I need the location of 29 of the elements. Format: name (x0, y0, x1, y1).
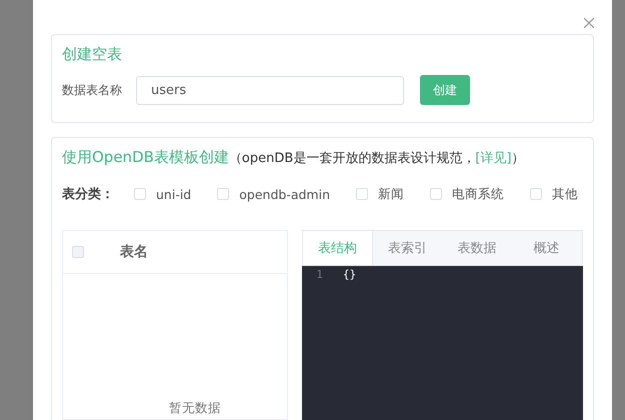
code-text: {} (342, 268, 356, 281)
tab[interactable]: 表结构 (303, 231, 373, 265)
empty-text: 暂无数据 (168, 400, 222, 417)
tab[interactable]: 表数据 (442, 231, 512, 265)
tab[interactable]: 概述 (512, 231, 582, 265)
column-header: 表名 (120, 243, 148, 261)
checkbox[interactable] (217, 188, 230, 200)
category-label: 表分类： (62, 186, 114, 203)
table-name-field[interactable]: users (136, 76, 404, 104)
checkbox-label: uni-id (156, 186, 192, 202)
checkbox[interactable] (530, 188, 542, 200)
checkbox-label: 其他 (552, 186, 578, 202)
checkbox-label: opendb-admin (239, 186, 330, 202)
section-title: 创建空表 (62, 45, 123, 64)
close-icon[interactable] (584, 18, 594, 28)
line-number: 1 (316, 268, 323, 281)
code-editor[interactable]: 1 {} (302, 266, 583, 420)
checkbox[interactable] (430, 188, 442, 200)
checkbox-label: 电商系统 (452, 186, 504, 202)
tab[interactable]: 表索引 (372, 231, 443, 265)
section-title: 使用OpenDB表模板创建 (62, 148, 229, 167)
field-label: 数据表名称 (62, 82, 122, 98)
checkbox[interactable] (356, 188, 368, 200)
checkbox-label: 新闻 (378, 186, 404, 202)
details-link[interactable]: [详见] (475, 151, 512, 166)
checkbox[interactable] (134, 188, 146, 200)
section-note: （openDB是一套开放的数据表设计规范，[详见]） (228, 150, 524, 167)
create-button[interactable]: 创建 (420, 75, 470, 105)
select-all-checkbox[interactable] (72, 246, 84, 258)
